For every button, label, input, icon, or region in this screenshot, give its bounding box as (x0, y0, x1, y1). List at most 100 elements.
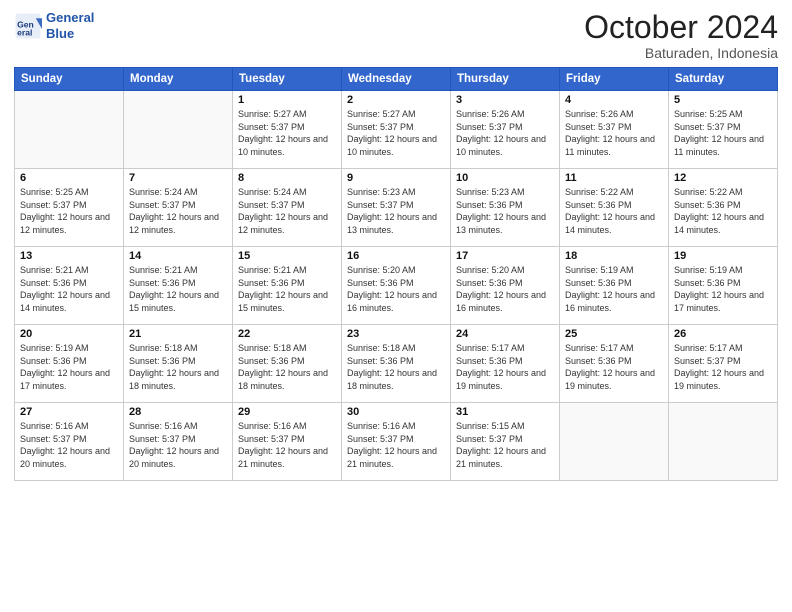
table-row: 11Sunrise: 5:22 AM Sunset: 5:36 PM Dayli… (560, 169, 669, 247)
table-row: 2 Sunrise: 5:27 AM Sunset: 5:37 PM Daylig… (342, 91, 451, 169)
day-number: 8 (238, 172, 336, 184)
month-title: October 2024 (584, 10, 778, 45)
col-tuesday: Tuesday (233, 68, 342, 91)
table-row: 9Sunrise: 5:23 AM Sunset: 5:37 PM Daylig… (342, 169, 451, 247)
table-row: 7 Sunrise: 5:24 AM Sunset: 5:37 PM Daylig… (124, 169, 233, 247)
day-info: Sunrise: 5:19 AM Sunset: 5:36 PM Dayligh… (565, 264, 663, 314)
table-row (560, 403, 669, 481)
table-row: 25Sunrise: 5:17 AM Sunset: 5:36 PM Dayli… (560, 325, 669, 403)
day-number: 31 (456, 406, 554, 418)
day-info: Sunrise: 5:26 AM Sunset: 5:37 PM Dayligh… (456, 108, 554, 158)
table-row: 14Sunrise: 5:21 AM Sunset: 5:36 PM Dayli… (124, 247, 233, 325)
day-number: 5 (674, 94, 772, 106)
table-row: 6 Sunrise: 5:25 AM Sunset: 5:37 PM Daylig… (15, 169, 124, 247)
page: Gen eral General Blue October 2024 Batur… (0, 0, 792, 612)
col-monday: Monday (124, 68, 233, 91)
day-info: Sunrise: 5:18 AM Sunset: 5:36 PM Dayligh… (129, 342, 227, 392)
svg-text:eral: eral (17, 27, 32, 37)
day-number: 13 (20, 250, 118, 262)
day-number: 26 (674, 328, 772, 340)
table-row: 31 Sunrise: 5:15 AM Sunset: 5:37 PM Dayli… (451, 403, 560, 481)
day-info: Sunrise: 5:22 AM Sunset: 5:36 PM Dayligh… (674, 186, 772, 236)
location-subtitle: Baturaden, Indonesia (584, 45, 778, 61)
table-row: 5 Sunrise: 5:25 AM Sunset: 5:37 PM Daylig… (669, 91, 778, 169)
table-row (669, 403, 778, 481)
day-info: Sunrise: 5:17 AM Sunset: 5:36 PM Dayligh… (456, 342, 554, 392)
logo-text: General Blue (46, 10, 94, 41)
day-info: Sunrise: 5:21 AM Sunset: 5:36 PM Dayligh… (238, 264, 336, 314)
day-info: Sunrise: 5:21 AM Sunset: 5:36 PM Dayligh… (20, 264, 118, 314)
day-number: 10 (456, 172, 554, 184)
logo-icon: Gen eral (14, 12, 42, 40)
day-number: 16 (347, 250, 445, 262)
calendar-week-row: 20Sunrise: 5:19 AM Sunset: 5:36 PM Dayli… (15, 325, 778, 403)
day-info: Sunrise: 5:20 AM Sunset: 5:36 PM Dayligh… (456, 264, 554, 314)
day-number: 18 (565, 250, 663, 262)
table-row: 26Sunrise: 5:17 AM Sunset: 5:37 PM Dayli… (669, 325, 778, 403)
header: Gen eral General Blue October 2024 Batur… (14, 10, 778, 61)
table-row: 27 Sunrise: 5:16 AM Sunset: 5:37 PM Dayli… (15, 403, 124, 481)
table-row: 8 Sunrise: 5:24 AM Sunset: 5:37 PM Daylig… (233, 169, 342, 247)
table-row: 15Sunrise: 5:21 AM Sunset: 5:36 PM Dayli… (233, 247, 342, 325)
calendar-week-row: 27 Sunrise: 5:16 AM Sunset: 5:37 PM Dayli… (15, 403, 778, 481)
table-row: 28Sunrise: 5:16 AM Sunset: 5:37 PM Dayli… (124, 403, 233, 481)
day-number: 27 (20, 406, 118, 418)
day-info: Sunrise: 5:24 AM Sunset: 5:37 PM Dayligh… (129, 186, 227, 236)
day-number: 28 (129, 406, 227, 418)
day-number: 29 (238, 406, 336, 418)
col-wednesday: Wednesday (342, 68, 451, 91)
table-row: 24 Sunrise: 5:17 AM Sunset: 5:36 PM Dayli… (451, 325, 560, 403)
day-info: Sunrise: 5:27 AM Sunset: 5:37 PM Dayligh… (347, 108, 445, 158)
col-sunday: Sunday (15, 68, 124, 91)
day-number: 24 (456, 328, 554, 340)
day-info: Sunrise: 5:25 AM Sunset: 5:37 PM Dayligh… (674, 108, 772, 158)
col-saturday: Saturday (669, 68, 778, 91)
day-info: Sunrise: 5:27 AM Sunset: 5:37 PM Dayligh… (238, 108, 336, 158)
day-info: Sunrise: 5:21 AM Sunset: 5:36 PM Dayligh… (129, 264, 227, 314)
table-row: 10 Sunrise: 5:23 AM Sunset: 5:36 PM Dayli… (451, 169, 560, 247)
day-info: Sunrise: 5:19 AM Sunset: 5:36 PM Dayligh… (674, 264, 772, 314)
table-row: 21Sunrise: 5:18 AM Sunset: 5:36 PM Dayli… (124, 325, 233, 403)
table-row: 20Sunrise: 5:19 AM Sunset: 5:36 PM Dayli… (15, 325, 124, 403)
day-info: Sunrise: 5:24 AM Sunset: 5:37 PM Dayligh… (238, 186, 336, 236)
day-info: Sunrise: 5:18 AM Sunset: 5:36 PM Dayligh… (238, 342, 336, 392)
day-number: 23 (347, 328, 445, 340)
table-row: 23Sunrise: 5:18 AM Sunset: 5:36 PM Dayli… (342, 325, 451, 403)
day-number: 7 (129, 172, 227, 184)
day-info: Sunrise: 5:16 AM Sunset: 5:37 PM Dayligh… (238, 420, 336, 470)
table-row: 29 Sunrise: 5:16 AM Sunset: 5:37 PM Dayli… (233, 403, 342, 481)
day-number: 30 (347, 406, 445, 418)
table-row: 30 Sunrise: 5:16 AM Sunset: 5:37 PM Dayli… (342, 403, 451, 481)
table-row: 19Sunrise: 5:19 AM Sunset: 5:36 PM Dayli… (669, 247, 778, 325)
day-number: 11 (565, 172, 663, 184)
day-info: Sunrise: 5:25 AM Sunset: 5:37 PM Dayligh… (20, 186, 118, 236)
calendar-week-row: 1Sunrise: 5:27 AM Sunset: 5:37 PM Daylig… (15, 91, 778, 169)
day-number: 22 (238, 328, 336, 340)
day-info: Sunrise: 5:16 AM Sunset: 5:37 PM Dayligh… (20, 420, 118, 470)
title-block: October 2024 Baturaden, Indonesia (584, 10, 778, 61)
day-number: 17 (456, 250, 554, 262)
table-row: 17 Sunrise: 5:20 AM Sunset: 5:36 PM Dayli… (451, 247, 560, 325)
day-number: 2 (347, 94, 445, 106)
day-info: Sunrise: 5:20 AM Sunset: 5:36 PM Dayligh… (347, 264, 445, 314)
day-number: 12 (674, 172, 772, 184)
day-info: Sunrise: 5:16 AM Sunset: 5:37 PM Dayligh… (347, 420, 445, 470)
table-row (124, 91, 233, 169)
day-number: 9 (347, 172, 445, 184)
table-row: 13 Sunrise: 5:21 AM Sunset: 5:36 PM Dayli… (15, 247, 124, 325)
table-row: 4Sunrise: 5:26 AM Sunset: 5:37 PM Daylig… (560, 91, 669, 169)
table-row: 3 Sunrise: 5:26 AM Sunset: 5:37 PM Daylig… (451, 91, 560, 169)
day-info: Sunrise: 5:23 AM Sunset: 5:36 PM Dayligh… (456, 186, 554, 236)
logo-line2: Blue (46, 26, 74, 41)
day-number: 6 (20, 172, 118, 184)
calendar: Sunday Monday Tuesday Wednesday Thursday… (14, 67, 778, 481)
logo: Gen eral General Blue (14, 10, 94, 41)
day-number: 3 (456, 94, 554, 106)
day-info: Sunrise: 5:26 AM Sunset: 5:37 PM Dayligh… (565, 108, 663, 158)
table-row: 22 Sunrise: 5:18 AM Sunset: 5:36 PM Dayli… (233, 325, 342, 403)
day-info: Sunrise: 5:15 AM Sunset: 5:37 PM Dayligh… (456, 420, 554, 470)
calendar-header-row: Sunday Monday Tuesday Wednesday Thursday… (15, 68, 778, 91)
col-thursday: Thursday (451, 68, 560, 91)
logo-line1: General (46, 10, 94, 25)
day-info: Sunrise: 5:19 AM Sunset: 5:36 PM Dayligh… (20, 342, 118, 392)
